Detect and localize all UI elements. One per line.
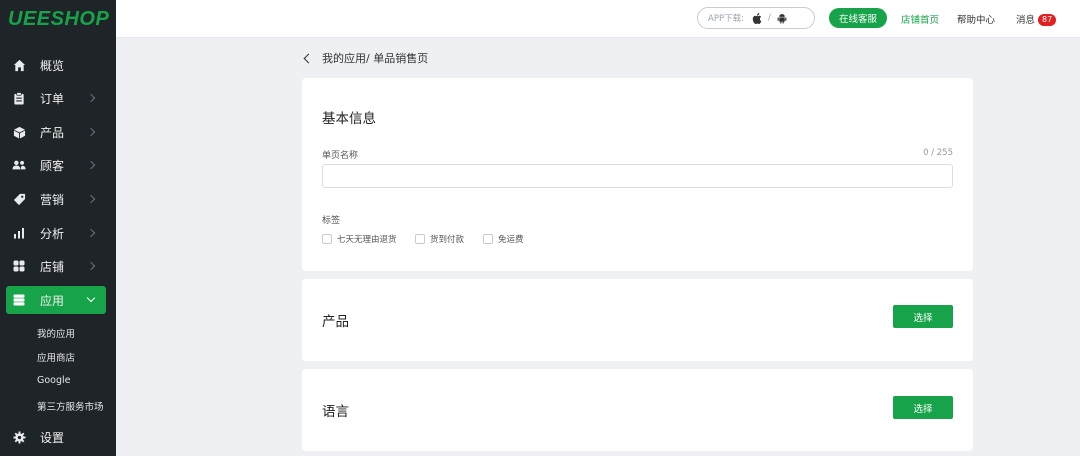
language-title: 语言	[322, 404, 349, 420]
page-name-label: 单页名称	[322, 151, 359, 161]
sidebar-item-settings[interactable]: 设置	[6, 423, 106, 451]
chevron-right-icon	[86, 228, 96, 238]
tag-label: 货到付款	[430, 235, 465, 245]
sidebar-item-customers[interactable]: 顾客	[6, 151, 106, 179]
box-icon	[12, 125, 26, 139]
sidebar-item-orders[interactable]: 订单	[6, 84, 106, 112]
sidebar-item-store[interactable]: 店铺	[6, 252, 106, 280]
tag-label: 七天无理由退货	[337, 235, 397, 245]
sidebar-item-apps[interactable]: 应用	[6, 286, 106, 314]
sidebar-item-label: 应用	[40, 293, 65, 308]
tag-label: 免运费	[498, 235, 524, 245]
select-language-button[interactable]: 选择	[893, 396, 953, 419]
products-card: 产品 选择	[302, 279, 973, 361]
sidebar: UEESHOP 概览 订单 产品 顾客 营销 分析 店铺 应用 我的应用 应用商…	[0, 0, 116, 456]
sidebar-item-products[interactable]: 产品	[6, 118, 106, 146]
language-card: 语言 选择	[302, 369, 973, 451]
tags-label: 标签	[322, 216, 341, 226]
home-icon	[12, 58, 26, 72]
checkbox-icon[interactable]	[322, 234, 332, 244]
chevron-right-icon	[86, 127, 96, 137]
sidebar-item-label: 设置	[40, 430, 65, 445]
page-name-input[interactable]	[322, 164, 953, 188]
select-products-button[interactable]: 选择	[893, 305, 953, 328]
app-download: APP下载: /	[697, 7, 815, 29]
messages-badge: 87	[1038, 14, 1057, 26]
sidebar-item-label: 产品	[40, 125, 65, 140]
tag-icon	[12, 192, 26, 206]
apple-icon[interactable]	[752, 12, 762, 24]
breadcrumb[interactable]: 我的应用/ 单品销售页	[303, 50, 428, 66]
checkbox-icon[interactable]	[483, 234, 493, 244]
sidebar-subitem-my-apps[interactable]: 我的应用	[37, 326, 75, 340]
sidebar-subitem-google[interactable]: Google	[37, 375, 71, 386]
sidebar-item-label: 概览	[40, 58, 65, 73]
gear-icon	[12, 430, 26, 444]
chevron-right-icon	[86, 160, 96, 170]
tag-checkbox-free-shipping[interactable]: 免运费	[483, 233, 524, 245]
help-center-link[interactable]: 帮助中心	[957, 12, 995, 26]
messages-link[interactable]: 消息 87	[1016, 12, 1057, 26]
chevron-right-icon	[86, 261, 96, 271]
sidebar-item-marketing[interactable]: 营销	[6, 185, 106, 213]
users-icon	[12, 158, 26, 172]
products-title: 产品	[322, 314, 349, 330]
breadcrumb-text: 我的应用/ 单品销售页	[322, 52, 429, 65]
chevron-right-icon	[86, 93, 96, 103]
basic-info-title: 基本信息	[322, 111, 376, 127]
clipboard-icon	[12, 91, 26, 105]
logo[interactable]: UEESHOP	[0, 0, 116, 38]
sidebar-item-overview[interactable]: 概览	[6, 51, 106, 79]
store-home-link[interactable]: 店铺首页	[901, 12, 939, 26]
sidebar-item-label: 订单	[40, 91, 65, 106]
sidebar-item-label: 店铺	[40, 259, 65, 274]
android-icon[interactable]	[777, 13, 787, 24]
grid-icon	[12, 259, 26, 273]
sidebar-subitem-app-store[interactable]: 应用商店	[37, 350, 75, 364]
tag-checkbox-7day-return[interactable]: 七天无理由退货	[322, 233, 397, 245]
app-download-separator: /	[767, 13, 771, 23]
basic-info-card: 基本信息 单页名称 0 / 255 标签 七天无理由退货 货到付款 免运费	[302, 78, 973, 271]
sidebar-item-label: 分析	[40, 226, 65, 241]
sidebar-subitem-third-party[interactable]: 第三方服务市场	[37, 399, 104, 413]
chevron-down-icon	[86, 293, 96, 303]
apps-icon	[12, 293, 26, 307]
bar-chart-icon	[12, 226, 26, 240]
checkbox-icon[interactable]	[415, 234, 425, 244]
app-download-label: APP下载:	[708, 14, 744, 24]
topbar: APP下载: / 在线客服 店铺首页 帮助中心 消息 87	[116, 0, 1080, 38]
chevron-left-icon[interactable]	[303, 53, 314, 63]
online-service-button[interactable]: 在线客服	[829, 8, 887, 28]
sidebar-item-label: 营销	[40, 192, 65, 207]
chevron-right-icon	[86, 194, 96, 204]
tag-checkbox-cod[interactable]: 货到付款	[415, 233, 464, 245]
sidebar-item-label: 顾客	[40, 158, 65, 173]
sidebar-item-analytics[interactable]: 分析	[6, 219, 106, 247]
messages-label: 消息	[1016, 15, 1036, 26]
page-name-counter: 0 / 255	[923, 148, 953, 158]
